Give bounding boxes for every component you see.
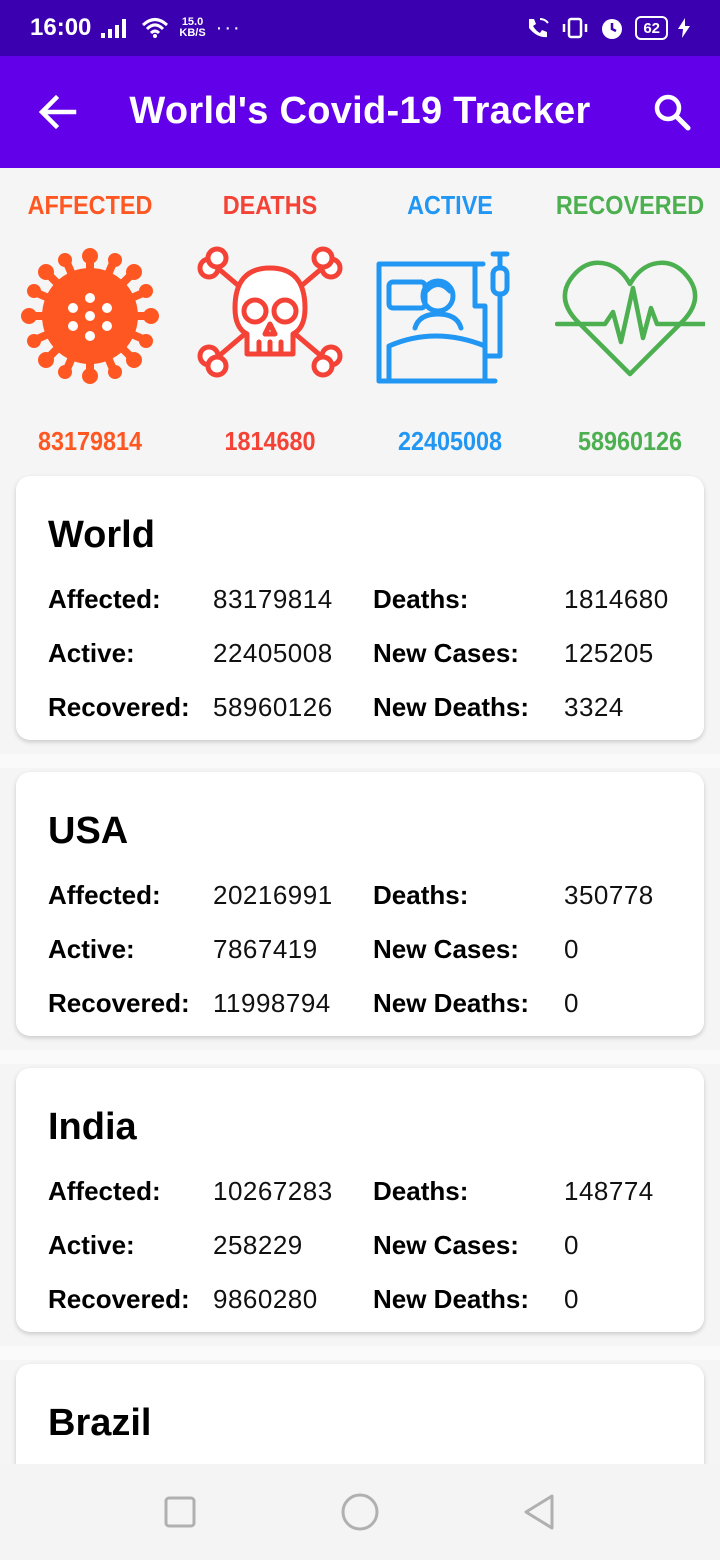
affected-label: Affected: xyxy=(48,880,161,910)
affected-value: 10267283 xyxy=(213,1176,333,1206)
network-speed: 15.0 KB/S xyxy=(179,17,205,39)
nav-back-button[interactable] xyxy=(520,1492,560,1532)
wifi-icon xyxy=(142,18,169,38)
affected-value: 20216991 xyxy=(213,880,333,910)
affected-label: Affected: xyxy=(48,584,161,614)
app-title: World's Covid-19 Tracker xyxy=(129,90,591,132)
new-deaths-value: 0 xyxy=(564,988,579,1018)
active-value: 7867419 xyxy=(213,934,318,964)
recovered-value: 58960126 xyxy=(213,692,333,722)
active-label: Active: xyxy=(48,1230,135,1260)
recents-button[interactable] xyxy=(160,1492,200,1532)
virus-icon xyxy=(21,248,159,384)
signal-icon xyxy=(101,19,127,38)
new-deaths-label: New Deaths: xyxy=(373,988,530,1018)
deaths-label: Deaths: xyxy=(373,1176,469,1206)
more-notifications-dots: ··· xyxy=(215,16,242,39)
deaths-label: Deaths: xyxy=(373,880,469,910)
network-speed-unit: KB/S xyxy=(179,27,206,39)
recovered-value: 11998794 xyxy=(213,988,331,1018)
summary-value: 1814680 xyxy=(224,426,316,456)
affected-label: Affected: xyxy=(48,1176,161,1206)
summary-label: ACTIVE xyxy=(407,190,493,220)
deaths-value: 148774 xyxy=(564,1176,654,1206)
country-name: India xyxy=(48,1106,137,1148)
recovered-label: Recovered: xyxy=(48,1284,190,1314)
new-cases-value: 125205 xyxy=(564,638,654,668)
system-nav-bar xyxy=(0,1464,720,1560)
summary-value: 22405008 xyxy=(397,426,503,456)
summary-label: DEATHS xyxy=(222,190,318,220)
card-separator xyxy=(0,754,720,768)
deaths-value: 1814680 xyxy=(564,584,669,614)
active-label: Active: xyxy=(48,638,135,668)
summary-value: 58960126 xyxy=(577,426,683,456)
summary-label: RECOVERED xyxy=(555,190,705,220)
app-bar: World's Covid-19 Tracker xyxy=(0,56,720,168)
charging-icon xyxy=(678,18,690,38)
new-deaths-value: 3324 xyxy=(564,692,624,722)
new-cases-label: New Cases: xyxy=(373,638,519,668)
summary-value: 83179814 xyxy=(37,426,143,456)
country-card-world[interactable]: World Affected: 83179814 Deaths: 1814680… xyxy=(16,476,704,740)
skull-crossbones-icon xyxy=(197,246,343,378)
global-summary: AFFECTED 83179814 DEATHS 1814680 ACTIVE … xyxy=(0,168,720,468)
heartbeat-icon xyxy=(555,260,705,377)
country-name: World xyxy=(48,514,155,556)
wifi-call-icon xyxy=(529,18,550,38)
recovered-label: Recovered: xyxy=(48,988,190,1018)
country-name: USA xyxy=(48,810,129,852)
deaths-label: Deaths: xyxy=(373,584,469,614)
card-separator xyxy=(0,1346,720,1360)
search-button[interactable] xyxy=(650,90,694,134)
new-cases-value: 0 xyxy=(564,934,579,964)
recovered-label: Recovered: xyxy=(48,692,190,722)
affected-value: 83179814 xyxy=(213,584,333,614)
active-value: 22405008 xyxy=(213,638,333,668)
country-name: Brazil xyxy=(48,1402,152,1444)
patient-in-bed-icon xyxy=(376,251,510,384)
circle-home-icon xyxy=(341,1493,379,1531)
new-cases-label: New Cases: xyxy=(373,934,519,964)
active-label: Active: xyxy=(48,934,135,964)
triangle-back-icon xyxy=(524,1494,554,1530)
recovered-value: 9860280 xyxy=(213,1284,318,1314)
country-card-india[interactable]: India Affected: 10267283 Deaths: 148774 … xyxy=(16,1068,704,1332)
card-separator xyxy=(0,1050,720,1064)
vibrate-icon xyxy=(563,17,588,39)
status-bar: 16:00 15.0 KB/S ··· 62 xyxy=(0,0,720,56)
battery-indicator: 62 xyxy=(635,16,668,40)
deaths-value: 350778 xyxy=(564,880,654,910)
active-value: 258229 xyxy=(213,1230,303,1260)
square-recents-icon xyxy=(164,1496,196,1528)
new-cases-value: 0 xyxy=(564,1230,579,1260)
country-card-usa[interactable]: USA Affected: 20216991 Deaths: 350778 Ac… xyxy=(16,772,704,1036)
new-deaths-value: 0 xyxy=(564,1284,579,1314)
search-icon xyxy=(654,94,691,131)
summary-label: AFFECTED xyxy=(27,190,153,220)
status-time: 16:00 xyxy=(30,14,92,41)
alarm-icon xyxy=(602,19,623,39)
new-cases-label: New Cases: xyxy=(373,1230,519,1260)
home-button[interactable] xyxy=(340,1492,380,1532)
new-deaths-label: New Deaths: xyxy=(373,692,530,722)
new-deaths-label: New Deaths: xyxy=(373,1284,530,1314)
